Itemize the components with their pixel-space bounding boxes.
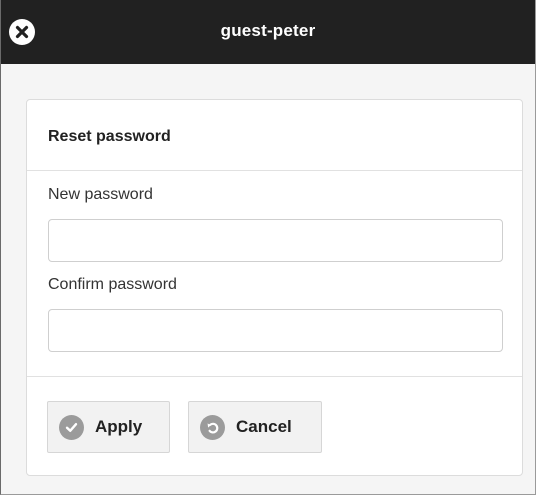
confirm-password-input[interactable]: [48, 309, 503, 352]
panel-title: Reset password: [48, 128, 171, 145]
new-password-input[interactable]: [48, 219, 503, 262]
panel-header: Reset password: [27, 100, 522, 171]
apply-button[interactable]: Apply: [47, 401, 170, 453]
title-bar: guest-peter: [1, 0, 535, 64]
apply-label: Apply: [95, 417, 143, 436]
panel-footer: Apply Cancel: [27, 376, 522, 475]
dialog-window: guest-peter Reset password New password …: [0, 0, 536, 495]
check-icon: [59, 414, 84, 440]
new-password-label: New password: [48, 186, 153, 203]
cancel-label: Cancel: [236, 417, 292, 436]
cancel-button[interactable]: Cancel: [188, 401, 322, 453]
confirm-password-label: Confirm password: [48, 276, 177, 293]
reset-password-panel: Reset password New password Confirm pass…: [26, 99, 523, 476]
window-title: guest-peter: [220, 21, 316, 40]
undo-icon: [200, 414, 225, 440]
